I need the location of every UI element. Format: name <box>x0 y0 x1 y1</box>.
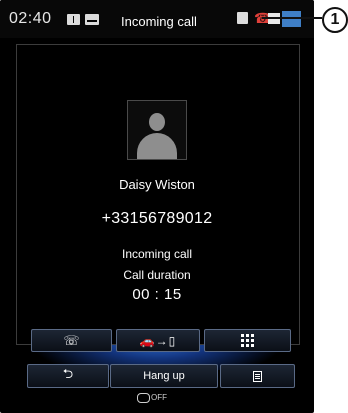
call-status: Incoming call <box>121 247 193 261</box>
contact-number: +33156789012 <box>101 210 213 227</box>
handset-icon: ☏ <box>63 332 80 348</box>
callout-leader-line <box>262 17 322 19</box>
transfer-to-phone-button[interactable]: 🚗→▯ <box>116 329 200 352</box>
screen-title: Incoming call <box>121 14 197 29</box>
contact-avatar <box>127 100 187 160</box>
head-unit-screen: 02:40 Incoming call ☎ Daisy Wiston +3315… <box>0 0 314 413</box>
contact-name: Daisy Wiston <box>119 177 195 192</box>
call-duration-label: Call duration <box>123 268 191 282</box>
clock: 02:40 <box>9 10 52 27</box>
callout-marker: 1 <box>322 7 348 33</box>
notification-icon[interactable] <box>237 12 248 24</box>
active-indicator-icon[interactable] <box>282 11 301 27</box>
call-duration-value: 00 : 15 <box>132 286 182 303</box>
person-body-icon <box>137 133 177 159</box>
menu-button[interactable] <box>220 364 295 388</box>
handset-button[interactable]: ☏ <box>31 329 112 352</box>
navigation-icon[interactable] <box>85 14 99 25</box>
media-icon[interactable] <box>67 14 80 25</box>
menu-icon <box>253 370 262 382</box>
status-bar: 02:40 Incoming call ☎ <box>0 0 314 38</box>
back-arrow-icon: ⮌ <box>62 366 74 381</box>
voice-off-label: OFF <box>151 393 167 403</box>
car-to-phone-transfer-icon: 🚗→▯ <box>139 333 177 348</box>
keypad-icon <box>241 334 254 347</box>
back-button[interactable]: ⮌ <box>27 364 109 388</box>
hang-up-button[interactable]: Hang up <box>110 364 218 388</box>
person-head-icon <box>149 113 165 131</box>
voice-control-icon <box>137 393 150 403</box>
voice-off-indicator[interactable]: OFF <box>137 393 167 403</box>
keypad-button[interactable] <box>204 329 291 352</box>
